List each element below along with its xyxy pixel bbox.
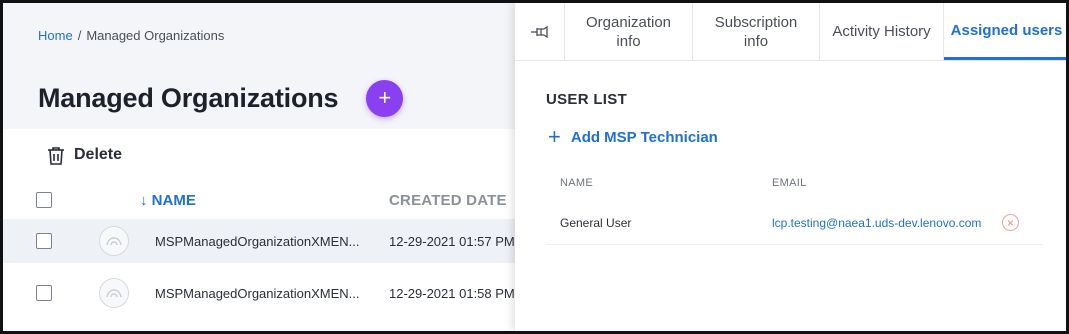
breadcrumb-separator: / xyxy=(77,27,82,43)
breadcrumb-current: Managed Organizations xyxy=(86,27,225,43)
organization-avatar-icon xyxy=(99,278,129,308)
add-msp-technician-button[interactable]: + Add MSP Technician xyxy=(546,124,1066,149)
tab-activity-history[interactable]: Activity History xyxy=(820,3,944,60)
organization-name[interactable]: MSPManagedOrganizationXMEN... xyxy=(155,234,359,249)
table-header: ↓ NAME CREATED DATE xyxy=(3,181,515,219)
plus-icon: + xyxy=(548,124,561,149)
drawer-body: USER LIST + Add MSP Technician xyxy=(515,61,1066,149)
column-header-name[interactable]: ↓ NAME xyxy=(140,192,196,209)
pin-icon xyxy=(530,25,548,38)
created-date: 12-29-2021 01:58 PM xyxy=(389,285,515,301)
row-checkbox[interactable] xyxy=(36,285,52,301)
table-row[interactable]: MSPManagedOrganizationXMEN... 12-29-2021… xyxy=(3,219,515,263)
user-row: General User lcp.testing@naea1.uds-dev.l… xyxy=(546,201,1043,245)
tab-assigned-users[interactable]: Assigned users xyxy=(944,3,1066,60)
tab-subscription-info[interactable]: Subscription info xyxy=(693,3,820,60)
user-name: General User xyxy=(560,215,632,230)
column-header-name: NAME xyxy=(560,177,593,189)
created-date: 12-29-2021 01:57 PM xyxy=(389,233,515,249)
toolbar: Delete xyxy=(3,129,515,181)
tab-organization-info[interactable]: Organization info xyxy=(565,3,693,60)
plus-icon: + xyxy=(378,85,392,110)
delete-label: Delete xyxy=(74,146,123,163)
app-frame: Home / Managed Organizations Managed Org… xyxy=(0,0,1069,334)
sort-down-icon: ↓ xyxy=(140,191,148,209)
column-header-name-label: NAME xyxy=(151,191,196,209)
user-list-table: NAME EMAIL General User lcp.testing@naea… xyxy=(546,165,1043,245)
pin-button[interactable] xyxy=(515,3,565,60)
remove-user-button[interactable]: × xyxy=(1002,214,1019,231)
add-organization-button[interactable]: + xyxy=(366,79,404,117)
close-icon: × xyxy=(1006,215,1014,230)
drawer-tabs: Organization info Subscription info Acti… xyxy=(515,3,1066,61)
row-checkbox[interactable] xyxy=(36,233,52,249)
organizations-table: ↓ NAME CREATED DATE MSPManagedOrganizati… xyxy=(3,181,515,315)
breadcrumb: Home / Managed Organizations xyxy=(3,3,515,67)
organizations-panel: Home / Managed Organizations Managed Org… xyxy=(3,3,515,331)
trash-icon xyxy=(48,146,64,165)
select-all-checkbox[interactable] xyxy=(36,192,52,208)
user-table-header: NAME EMAIL xyxy=(546,165,1043,201)
title-row: Managed Organizations + xyxy=(3,67,515,129)
delete-button[interactable]: Delete xyxy=(47,146,122,165)
page-title: Managed Organizations xyxy=(38,82,339,113)
user-email-link[interactable]: lcp.testing@naea1.uds-dev.lenovo.com xyxy=(772,216,981,230)
column-header-email: EMAIL xyxy=(772,177,807,189)
organization-details-drawer: Organization info Subscription info Acti… xyxy=(515,3,1066,331)
column-header-created-date[interactable]: CREATED DATE xyxy=(389,192,507,209)
organization-avatar-icon xyxy=(99,226,129,256)
breadcrumb-home-link[interactable]: Home xyxy=(38,28,73,43)
table-row[interactable]: MSPManagedOrganizationXMEN... 12-29-2021… xyxy=(3,271,515,315)
add-msp-technician-label: Add MSP Technician xyxy=(570,128,718,146)
section-title: USER LIST xyxy=(546,91,628,108)
organization-name[interactable]: MSPManagedOrganizationXMEN... xyxy=(155,286,359,301)
